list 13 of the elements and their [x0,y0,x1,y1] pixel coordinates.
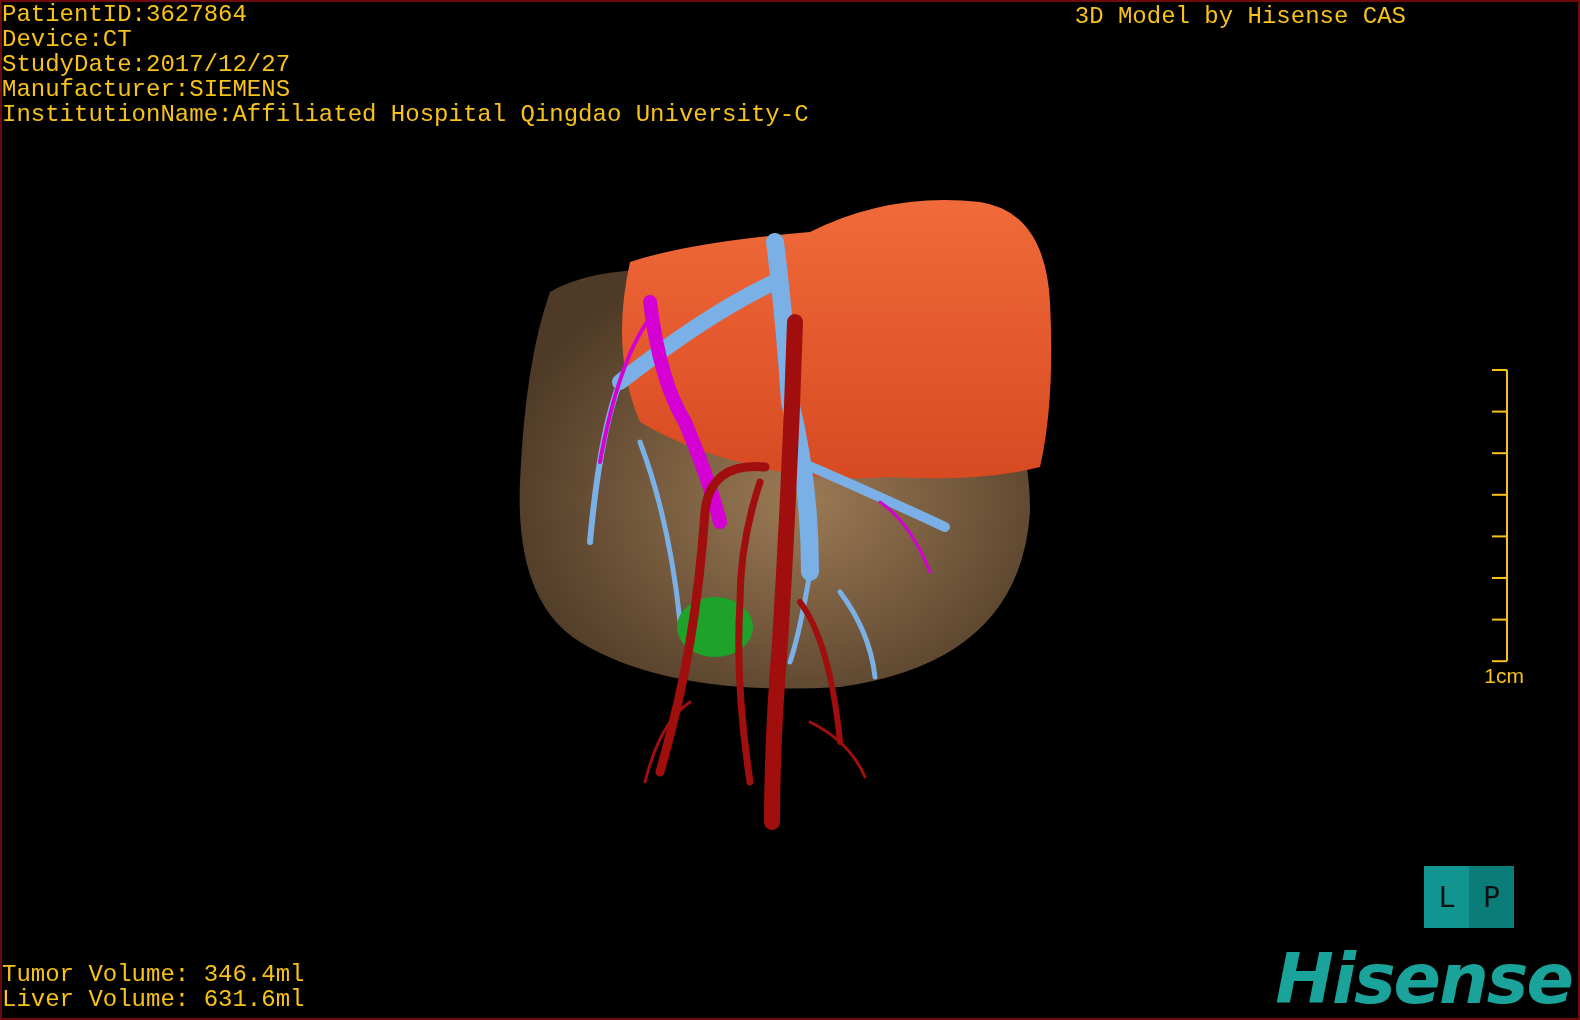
volume-text: Liver Volume: 631.6ml [2,987,305,1012]
brand-logo: Hisense [1275,944,1572,1014]
study-info-text: Manufacturer:SIEMENS [2,77,292,102]
orientation-label: P [1469,866,1514,928]
orientation-cube[interactable]: L P [1424,866,1514,928]
study-info-text: PatientID:3627864 [2,2,248,27]
study-info-text: StudyDate:2017/12/27 [2,52,292,77]
study-info-text: InstitutionName:Affiliated Hospital Qingdao University-C [2,102,809,127]
model-title: 3D Model by Hisense CAS [1074,2,1406,32]
scale-label: 1cm [1484,664,1524,688]
orientation-label: L [1424,866,1469,928]
volume-text: Tumor Volume: 346.4ml [2,962,305,987]
study-info-text: Device:CT [2,27,133,52]
